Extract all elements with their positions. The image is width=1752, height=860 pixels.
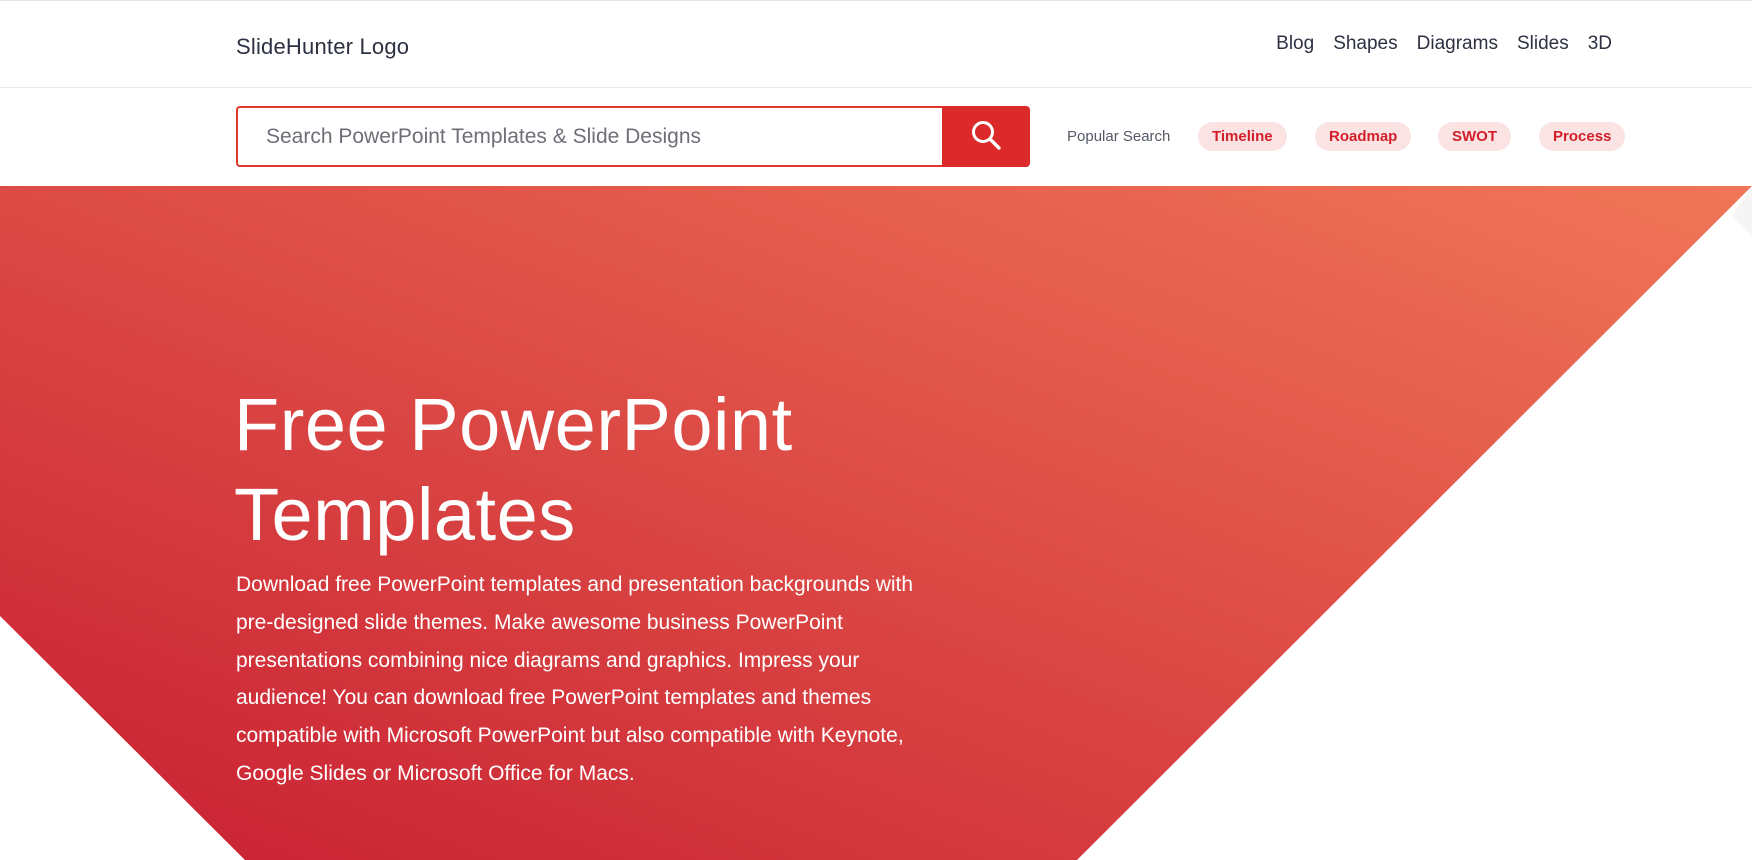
popular-search-label: Popular Search — [1067, 128, 1171, 145]
nav-link-slides[interactable]: Slides — [1517, 33, 1569, 55]
popular-tag-timeline[interactable]: Timeline — [1198, 122, 1287, 151]
hero-banner: Free PowerPoint Templates Download free … — [0, 186, 1752, 860]
search-icon — [970, 119, 1002, 154]
nav-link-blog[interactable]: Blog — [1276, 33, 1314, 55]
search-form — [236, 106, 1030, 167]
page: SlideHunter Logo Blog Shapes Diagrams Sl… — [0, 0, 1752, 860]
nav-link-shapes[interactable]: Shapes — [1333, 33, 1397, 55]
hero-title: Free PowerPoint Templates — [234, 380, 934, 560]
hero-title-line-2: Templates — [234, 473, 576, 556]
nav-link-diagrams[interactable]: Diagrams — [1417, 33, 1498, 55]
hero-title-line-1: Free PowerPoint — [234, 383, 793, 466]
hero-description: Download free PowerPoint templates and p… — [236, 573, 914, 785]
popular-tag-swot[interactable]: SWOT — [1438, 122, 1511, 151]
nav-link-3d[interactable]: 3D — [1588, 33, 1612, 55]
top-navbar: SlideHunter Logo Blog Shapes Diagrams Sl… — [0, 0, 1752, 88]
site-logo[interactable]: SlideHunter Logo — [236, 34, 409, 60]
search-input[interactable] — [236, 106, 942, 167]
popular-tag-process[interactable]: Process — [1539, 122, 1626, 151]
search-bar-row: Popular Search Timeline Roadmap SWOT Pro… — [0, 88, 1752, 186]
popular-tag-roadmap[interactable]: Roadmap — [1315, 122, 1412, 151]
search-button[interactable] — [942, 106, 1030, 167]
main-nav: Blog Shapes Diagrams Slides 3D — [1257, 33, 1612, 55]
